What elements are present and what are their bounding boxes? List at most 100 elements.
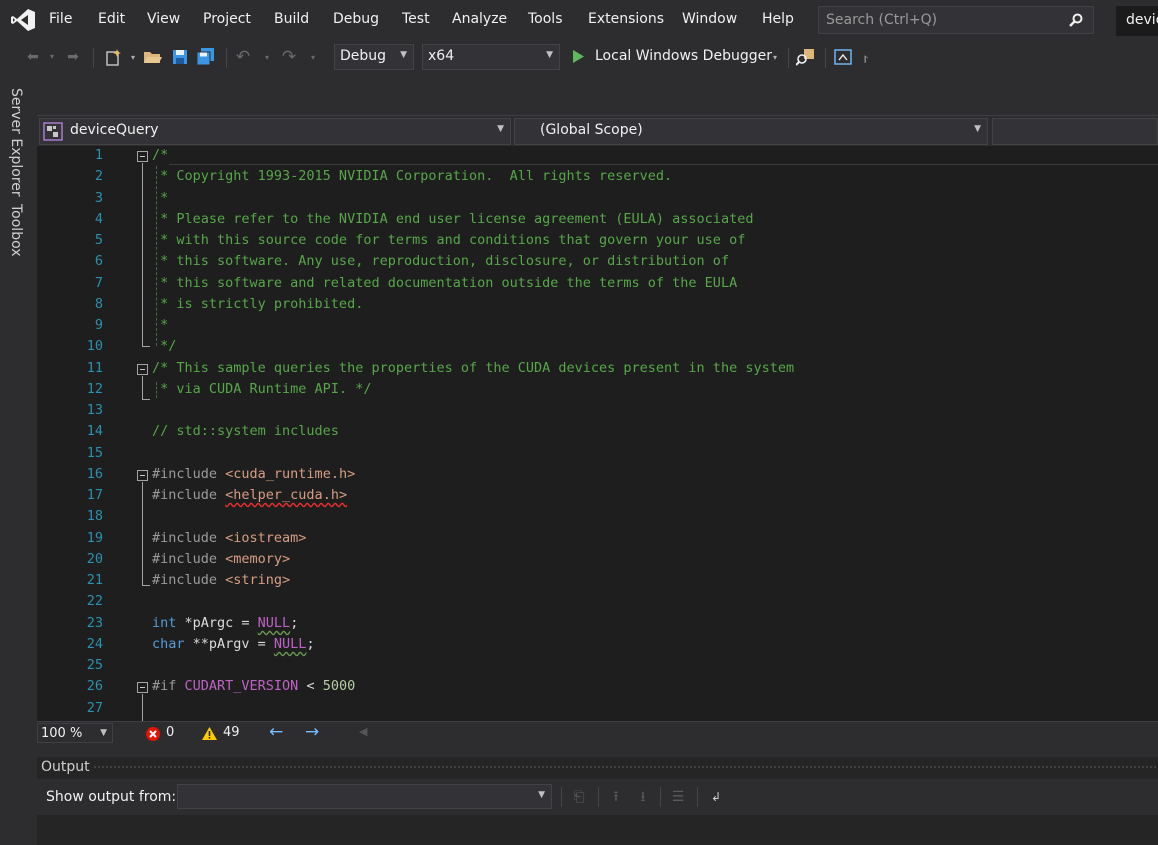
toggle-word-wrap-icon[interactable]: ↲ <box>705 788 727 806</box>
error-count[interactable]: 0 <box>166 725 174 740</box>
chevron-down-icon: ▼ <box>400 50 407 60</box>
toolbar-options-icon[interactable]: ⨡ <box>860 52 872 70</box>
editor-navigation-bar: deviceQuery ▼ (Global Scope) ▼ <box>37 115 1158 146</box>
menu-window[interactable]: Window <box>682 11 737 27</box>
menu-tools[interactable]: Tools <box>528 11 563 27</box>
collapse-region-icon[interactable] <box>137 151 148 162</box>
debugger-dropdown-icon[interactable]: ▾ <box>770 49 780 67</box>
line-number: 15 <box>86 445 103 461</box>
visual-studio-logo-icon[interactable] <box>10 8 36 32</box>
line-number: 1 <box>94 147 103 163</box>
previous-issue-icon[interactable]: ← <box>269 722 283 742</box>
menu-test[interactable]: Test <box>402 11 430 27</box>
back-dropdown-icon[interactable]: ▾ <box>47 48 57 66</box>
find-in-files-icon[interactable] <box>796 48 816 66</box>
chevron-down-icon: ▼ <box>546 50 553 60</box>
code-line: #if CUDART_VERSION < 5000 <box>152 678 356 694</box>
menu-help[interactable]: Help <box>762 11 794 27</box>
server-explorer-tab[interactable]: Server Explorer <box>8 88 24 197</box>
code-line: * <box>152 190 169 206</box>
new-dropdown-icon[interactable]: ▾ <box>128 49 138 67</box>
line-number: 12 <box>86 381 103 397</box>
save-icon[interactable] <box>172 49 188 65</box>
line-number: 4 <box>94 211 103 227</box>
toolbar-separator <box>697 787 698 807</box>
line-number: 10 <box>86 338 103 354</box>
undo-icon[interactable]: ↶ <box>233 48 253 66</box>
new-project-icon[interactable] <box>104 48 122 66</box>
menu-bar: File Edit View Project Build Debug Test … <box>0 0 1158 40</box>
collapse-region-icon[interactable] <box>137 364 148 375</box>
menu-debug[interactable]: Debug <box>333 11 379 27</box>
code-line: int *pArgc = NULL; <box>152 615 299 631</box>
scope-select[interactable]: (Global Scope) ▼ <box>514 118 988 145</box>
start-debugger-button[interactable]: Local Windows Debugger <box>595 48 772 64</box>
collapse-region-icon[interactable] <box>137 470 148 481</box>
next-issue-icon[interactable]: → <box>305 722 319 742</box>
outline-guide <box>142 482 143 586</box>
output-source-select[interactable]: ▼ <box>177 784 552 809</box>
outline-guide <box>142 694 143 721</box>
chevron-down-icon: ▼ <box>497 124 504 134</box>
go-to-next-message-icon[interactable]: ⭳ <box>634 788 652 806</box>
code-editor[interactable]: 1 2 3 4 5 6 7 8 9 10 11 12 13 14 15 16 1… <box>37 146 1158 721</box>
menu-project[interactable]: Project <box>203 11 251 27</box>
clear-all-icon[interactable]: ☰ <box>669 788 687 806</box>
zoom-select[interactable]: 100 % ▼ <box>37 723 113 743</box>
side-tab-strip: Server Explorer Toolbox <box>0 74 32 845</box>
chevron-down-icon: ▼ <box>100 728 107 738</box>
code-line: /* <box>152 147 169 163</box>
error-icon[interactable] <box>145 726 161 742</box>
save-all-icon[interactable] <box>196 47 216 66</box>
menu-build[interactable]: Build <box>274 11 309 27</box>
solution-configuration-select[interactable]: Debug ▼ <box>334 44 414 70</box>
open-folder-icon[interactable] <box>143 49 163 65</box>
undo-dropdown-icon[interactable]: ▾ <box>262 49 272 67</box>
search-box[interactable]: Search (Ctrl+Q) <box>818 6 1094 34</box>
line-number: 19 <box>86 530 103 546</box>
project-icon <box>43 122 63 141</box>
toolbar-separator <box>598 787 599 807</box>
toolbox-tab[interactable]: Toolbox <box>8 204 24 257</box>
toolbar-separator <box>825 48 826 68</box>
outline-guide <box>142 376 143 400</box>
outline-guide <box>142 399 150 400</box>
solution-platform-select[interactable]: x64 ▼ <box>422 44 560 70</box>
code-line: * Copyright 1993-2015 NVIDIA Corporation… <box>152 168 673 184</box>
member-select[interactable] <box>992 118 1158 145</box>
navigate-forward-icon[interactable]: ➡ <box>64 48 82 66</box>
redo-icon[interactable]: ↷ <box>279 48 299 66</box>
redo-dropdown-icon[interactable]: ▾ <box>308 49 318 67</box>
menu-edit[interactable]: Edit <box>98 11 125 27</box>
menu-analyze[interactable]: Analyze <box>452 11 507 27</box>
menu-extensions[interactable]: Extensions <box>588 11 664 27</box>
collapse-region-icon[interactable] <box>137 682 148 693</box>
scroll-left-icon[interactable]: ◀ <box>359 725 367 738</box>
panel-splitter[interactable] <box>37 745 1158 757</box>
standard-toolbar: ⬅ ▾ ➡ ▾ ↶ ▾ ↷ ▾ Debug ▼ x64 ▼ Local Wind… <box>0 40 1158 74</box>
navigate-back-icon[interactable]: ⬅ <box>24 48 42 66</box>
line-number: 6 <box>94 253 103 269</box>
line-number: 7 <box>94 275 103 291</box>
outline-guide <box>142 585 150 586</box>
line-number: 18 <box>86 508 103 524</box>
toolbar-separator <box>561 787 562 807</box>
start-debugging-icon[interactable] <box>572 49 585 64</box>
show-output-from-label: Show output from: <box>46 789 177 805</box>
toolbar-separator <box>788 48 789 68</box>
code-line: #include <iostream> <box>152 530 307 546</box>
line-number: 14 <box>86 423 103 439</box>
line-number: 11 <box>86 360 103 376</box>
menu-view[interactable]: View <box>147 11 180 27</box>
find-message-in-code-icon[interactable]: ⎗ <box>570 788 588 806</box>
menu-file[interactable]: File <box>49 11 72 27</box>
code-line: #include <cuda_runtime.h> <box>152 466 356 482</box>
warning-count[interactable]: 49 <box>223 725 240 740</box>
project-select[interactable]: deviceQuery ▼ <box>39 118 511 145</box>
code-line: * this software and related documentatio… <box>152 275 738 291</box>
panel-grip[interactable] <box>93 765 1158 770</box>
search-placeholder: Search (Ctrl+Q) <box>826 12 938 28</box>
browser-link-icon[interactable] <box>834 49 852 65</box>
go-to-previous-message-icon[interactable]: ⭱ <box>607 788 625 806</box>
warning-icon[interactable] <box>201 726 218 741</box>
